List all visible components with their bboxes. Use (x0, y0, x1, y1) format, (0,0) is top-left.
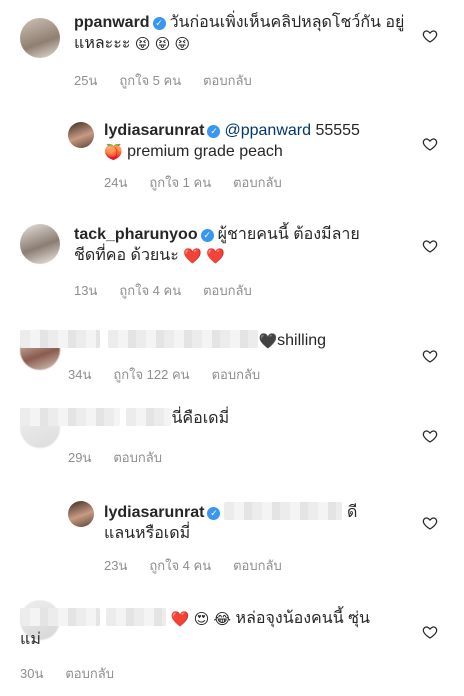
likes-count[interactable]: ถูกใจ 5 คน (119, 73, 181, 88)
redacted-username (20, 608, 100, 626)
heart-outline-icon[interactable] (422, 136, 438, 152)
reply-button[interactable]: ตอบกลับ (65, 666, 114, 681)
verified-badge-icon: ✓ (207, 125, 221, 138)
comment-meta: 34น ถูกใจ 122 คน ตอบกลับ (68, 364, 282, 385)
comment-meta: 30น ตอบกลับ (20, 663, 136, 684)
likes-count[interactable]: ถูกใจ 1 คน (149, 175, 211, 190)
redacted-username (20, 408, 120, 426)
comment-text: แลนหรือเดมี่ (104, 525, 191, 542)
comment-item: ❤️ 😍 😂 หล่อจุงน้องคนนี้ ซุ่น แม่ 30น ตอบก… (0, 590, 464, 696)
timestamp: 29น (68, 450, 92, 465)
comment-item: tack_pharunyoo ✓ ผู้ชายคนนี้ ต้องมีลาย ชีด… (0, 210, 464, 310)
reply-button[interactable]: ตอบกลับ (113, 450, 162, 465)
avatar[interactable] (68, 501, 94, 527)
emoji: 😝 😝 😝 (134, 36, 191, 53)
black-heart-emoji: 🖤 (258, 333, 278, 350)
comment-text: ชีดที่คอ ด้วยนะ (74, 247, 179, 264)
reply-button[interactable]: ตอบกลับ (203, 73, 252, 88)
timestamp: 25น (74, 73, 98, 88)
comment-text: 55555 (315, 122, 360, 139)
reply-button[interactable]: ตอบกลับ (233, 175, 282, 190)
heart-outline-icon[interactable] (422, 348, 438, 364)
redacted-text (108, 330, 259, 348)
verified-badge-icon: ✓ (200, 229, 214, 242)
emoji: ❤️ 😍 😂 (170, 611, 232, 628)
comment-text: premium grade peach (127, 143, 283, 160)
verified-badge-icon: ✓ (152, 17, 166, 30)
reply-button[interactable]: ตอบกลับ (212, 367, 261, 382)
verified-badge-icon: ✓ (207, 507, 221, 520)
timestamp: 13น (74, 283, 98, 298)
comment-meta: 29น ตอบกลับ (68, 447, 184, 468)
comment-item: 🖤shilling 34น ถูกใจ 122 คน ตอบกลับ (0, 312, 464, 392)
redacted-username (20, 330, 100, 348)
heart-outline-icon[interactable] (422, 428, 438, 444)
reply-button[interactable]: ตอบกลับ (233, 558, 282, 573)
comment-meta: 24น ถูกใจ 1 คน ตอบกลับ (104, 172, 304, 193)
comment-body: lydiasarunrat ✓ @ppanward 55555 🍑 premium … (104, 120, 414, 162)
comment-body: ppanward ✓ วันก่อนเพิ่งเห็นคลิปหลุดโชว์กัน… (74, 12, 414, 54)
redacted-mention (224, 502, 343, 520)
likes-count[interactable]: ถูกใจ 4 คน (149, 558, 211, 573)
heart-outline-icon[interactable] (422, 238, 438, 254)
comment-meta: 25น ถูกใจ 5 คน ตอบกลับ (74, 70, 274, 91)
redacted-text (126, 408, 172, 426)
heart-outline-icon[interactable] (422, 515, 438, 531)
avatar[interactable] (20, 18, 60, 58)
peach-emoji: 🍑 (104, 144, 123, 161)
comment-body: ❤️ 😍 😂 หล่อจุงน้องคนนี้ ซุ่น แม่ (20, 608, 440, 650)
username[interactable]: ppanward (74, 14, 150, 31)
comment-body: 🖤shilling (20, 330, 440, 351)
redacted-text (106, 608, 167, 626)
timestamp: 30น (20, 666, 44, 681)
comment-meta: 23น ถูกใจ 4 คน ตอบกลับ (104, 555, 304, 576)
reply-item: lydiasarunrat ✓ ดี แลนหรือเดมี่ 23น ถูกใจ … (0, 485, 464, 585)
username[interactable]: lydiasarunrat (104, 504, 204, 521)
likes-count[interactable]: ถูกใจ 4 คน (119, 283, 181, 298)
comment-text: ดี (346, 504, 358, 521)
comment-meta: 13น ถูกใจ 4 คน ตอบกลับ (74, 280, 274, 301)
reply-button[interactable]: ตอบกลับ (203, 283, 252, 298)
avatar[interactable] (68, 122, 94, 148)
timestamp: 24น (104, 175, 128, 190)
comment-body: นี่คือเดมี่ (20, 408, 440, 429)
heart-outline-icon[interactable] (422, 624, 438, 640)
timestamp: 34น (68, 367, 92, 382)
comment-text: แม่ (20, 631, 41, 648)
avatar[interactable] (20, 224, 60, 264)
timestamp: 23น (104, 558, 128, 573)
comment-text: หล่อจุงน้องคนนี้ ซุ่น (235, 610, 370, 627)
reply-item: lydiasarunrat ✓ @ppanward 55555 🍑 premium … (0, 100, 464, 200)
username[interactable]: lydiasarunrat (104, 122, 204, 139)
comment-body: lydiasarunrat ✓ ดี แลนหรือเดมี่ (104, 502, 414, 544)
comment-item: นี่คือเดมี่ 29น ตอบกลับ (0, 396, 464, 476)
comment-text: นี่คือเดมี่ (171, 410, 230, 427)
likes-count[interactable]: ถูกใจ 122 คน (113, 367, 189, 382)
mention-link[interactable]: @ppanward (224, 122, 311, 139)
emoji: ❤️ ❤️ (183, 248, 225, 265)
heart-outline-icon[interactable] (422, 28, 438, 44)
comment-body: tack_pharunyoo ✓ ผู้ชายคนนี้ ต้องมีลาย ชีด… (74, 224, 414, 266)
username[interactable]: tack_pharunyoo (74, 226, 198, 243)
comment-text: shilling (277, 332, 327, 349)
comment-text: ผู้ชายคนนี้ ต้องมีลาย (217, 226, 360, 243)
comment-item: ppanward ✓ วันก่อนเพิ่งเห็นคลิปหลุดโชว์กัน… (0, 0, 464, 100)
